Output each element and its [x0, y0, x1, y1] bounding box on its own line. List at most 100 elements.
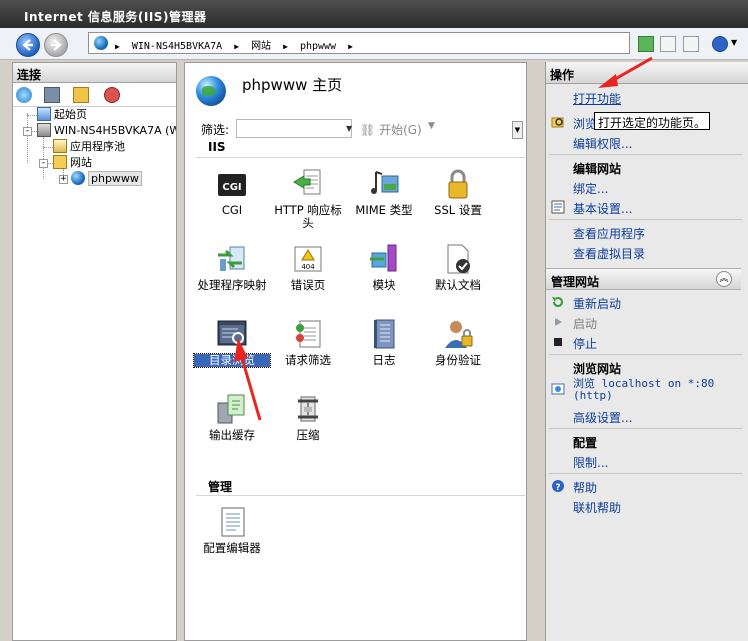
breadcrumb-sites[interactable]: 网站: [251, 41, 271, 52]
handler-mappings-icon: [216, 243, 248, 275]
help-dropdown-icon[interactable]: ▼: [731, 38, 737, 47]
ssl-lock-icon: [442, 168, 474, 200]
open-feature-link[interactable]: 打开功能: [573, 90, 621, 107]
address-bar[interactable]: ▶ WIN-NS4H5BVKA7A ▶ 网站 ▶ phpwww ▶: [88, 32, 630, 54]
breadcrumb-server[interactable]: WIN-NS4H5BVKA7A: [132, 41, 222, 52]
help-icon[interactable]: [712, 36, 728, 52]
svg-text:?: ?: [555, 483, 560, 493]
expand-site-icon[interactable]: +: [59, 175, 68, 184]
feature-mime-types[interactable]: MIME 类型: [346, 168, 422, 217]
feature-configuration-editor[interactable]: 配置编辑器: [194, 506, 270, 555]
site-globe-icon: [71, 171, 85, 185]
connect-icon[interactable]: [16, 87, 32, 103]
feature-label: 身份验证: [435, 353, 481, 367]
cgi-icon: CGI: [216, 168, 248, 200]
feature-ssl-settings[interactable]: SSL 设置: [420, 168, 496, 217]
restart-link[interactable]: 重新启动: [573, 295, 621, 312]
svg-text:CGI: CGI: [222, 182, 241, 193]
start-button[interactable]: ⛓ 开始(G): [360, 121, 422, 138]
feature-authentication[interactable]: 身份验证: [420, 318, 496, 367]
help-link[interactable]: 帮助: [573, 479, 597, 496]
feature-label: 输出缓存: [209, 428, 255, 442]
tree-item-sites[interactable]: 网站: [53, 155, 92, 171]
feature-request-filtering[interactable]: 请求筛选: [270, 318, 346, 367]
feature-cgi[interactable]: CGI CGI: [194, 168, 270, 217]
feature-label: HTTP 响应标头: [274, 203, 342, 230]
limits-link[interactable]: 限制...: [573, 454, 608, 471]
collapse-sites-icon[interactable]: -: [39, 159, 48, 168]
feature-error-pages[interactable]: 404 错误页: [270, 243, 346, 292]
connections-panel: 连接 起始页 - WIN-NS4H5BVKA7A (WIN 应用程序池 - 网站…: [12, 62, 177, 641]
feature-label: 压缩: [296, 428, 320, 442]
stop-icon: [551, 335, 565, 349]
feature-handler-mappings[interactable]: 处理程序映射: [194, 243, 270, 292]
tooltip: 打开选定的功能页。: [594, 112, 711, 130]
default-document-icon: [442, 243, 474, 275]
stop-link[interactable]: 停止: [573, 335, 597, 352]
breadcrumb: ▶ WIN-NS4H5BVKA7A ▶ 网站 ▶ phpwww ▶: [115, 37, 359, 52]
start-dropdown-icon[interactable]: ▼: [428, 121, 435, 131]
tree-item-phpwww[interactable]: phpwww: [71, 171, 142, 187]
breadcrumb-separator-icon: ▶: [234, 42, 240, 51]
stop-icon[interactable]: [660, 36, 676, 52]
advanced-settings-link[interactable]: 高级设置...: [573, 409, 632, 426]
filter-input[interactable]: [236, 119, 352, 138]
breadcrumb-separator-icon: ▶: [115, 42, 120, 51]
breadcrumb-separator-icon: ▶: [348, 42, 353, 51]
save-icon[interactable]: [44, 87, 60, 103]
feature-logging[interactable]: 日志: [346, 318, 422, 367]
view-virtual-directories-link[interactable]: 查看虚拟目录: [573, 245, 645, 262]
scroll-arrow-icon[interactable]: ▼: [512, 121, 523, 139]
feature-label: 配置编辑器: [203, 541, 261, 555]
feature-compression[interactable]: 压缩: [270, 393, 346, 442]
feature-output-caching[interactable]: 输出缓存: [194, 393, 270, 442]
forward-button[interactable]: [44, 33, 68, 57]
feature-label: 日志: [372, 353, 396, 367]
start-button-label: 开始(G): [379, 123, 422, 137]
start-link[interactable]: 启动: [573, 315, 597, 332]
feature-default-document[interactable]: 默认文档: [420, 243, 496, 292]
help-icon: ?: [551, 479, 565, 493]
refresh-icon[interactable]: [638, 36, 654, 52]
feature-label: 错误页: [290, 278, 326, 292]
home-icon[interactable]: [683, 36, 699, 52]
online-help-link[interactable]: 联机帮助: [573, 499, 621, 516]
browse-site-heading: 浏览网站: [573, 362, 622, 376]
breadcrumb-site[interactable]: phpwww: [300, 41, 336, 52]
view-applications-link[interactable]: 查看应用程序: [573, 225, 645, 242]
edit-site-heading: 编辑网站: [573, 162, 622, 176]
svg-text:404: 404: [301, 263, 315, 271]
app-pool-icon: [53, 139, 67, 153]
globe-icon: [94, 36, 108, 50]
back-button[interactable]: [16, 33, 40, 57]
edit-permissions-link[interactable]: 编辑权限...: [573, 135, 632, 152]
up-folder-icon[interactable]: [73, 87, 89, 103]
filter-bar: 筛选: ▼ ⛓ 开始(G) ▼: [196, 118, 525, 140]
navigation-bar: ▶ WIN-NS4H5BVKA7A ▶ 网站 ▶ phpwww ▶ ▼: [0, 28, 748, 60]
mime-types-icon: [368, 168, 400, 200]
connections-header: 连接: [13, 63, 176, 83]
tree-item-app-pools[interactable]: 应用程序池: [53, 139, 125, 155]
page-title: phpwww 主页: [242, 76, 343, 94]
collapse-server-icon[interactable]: -: [23, 127, 32, 136]
http-response-headers-icon: [292, 168, 324, 200]
explore-icon: [551, 115, 565, 129]
browse-localhost-link[interactable]: 浏览 localhost on *:80 (http): [573, 378, 714, 402]
modules-icon: [368, 243, 400, 275]
feature-directory-browsing[interactable]: 目录浏览: [193, 318, 271, 368]
feature-modules[interactable]: 模块: [346, 243, 422, 292]
manage-site-heading: 管理网站: [546, 268, 741, 290]
output-caching-icon: [216, 393, 248, 425]
feature-label: 默认文档: [435, 278, 481, 292]
tree-item-start-page[interactable]: 起始页: [37, 107, 87, 123]
filter-dropdown-icon[interactable]: ▼: [346, 119, 356, 138]
tree-item-server[interactable]: WIN-NS4H5BVKA7A (WIN: [37, 123, 176, 139]
collapse-chevron-icon[interactable]: ︽: [716, 271, 732, 287]
section-header-management: 管理: [196, 478, 525, 496]
start-page-icon: [37, 107, 51, 121]
basic-settings-link[interactable]: 基本设置...: [573, 200, 632, 217]
disconnect-icon[interactable]: [104, 87, 120, 103]
bindings-link[interactable]: 绑定...: [573, 180, 608, 197]
feature-http-response-headers[interactable]: HTTP 响应标头: [270, 168, 346, 230]
site-globe-icon: [196, 76, 226, 106]
